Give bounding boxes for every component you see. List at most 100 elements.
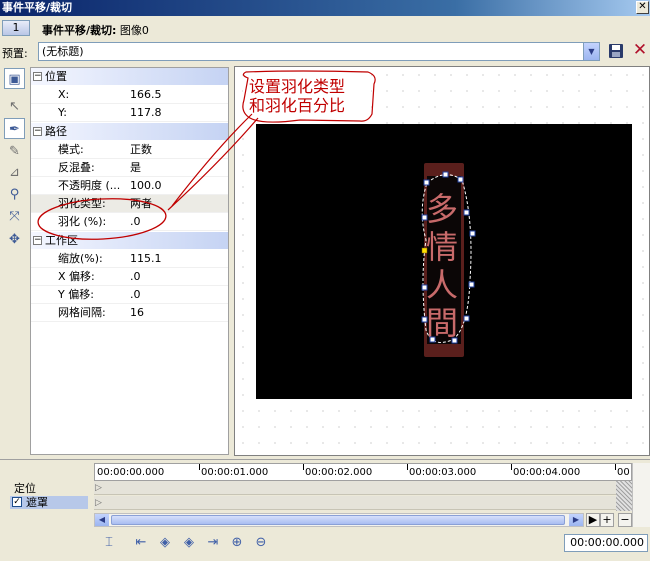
scroll-left-icon[interactable]: ◀	[95, 514, 109, 526]
scroll-end-icon[interactable]: ▶	[586, 513, 600, 527]
ruler-time: 00:00:01.000	[201, 467, 269, 478]
position-keyframe-lane[interactable]: ▷	[94, 481, 616, 495]
property-value[interactable]: 100.0	[130, 177, 162, 195]
timeline-vertical-scrollbar[interactable]	[616, 481, 632, 511]
annotation-callout: 设置羽化类型 和羽化百分比	[243, 73, 371, 121]
event-info-bar: 1 事件平移/裁切: 图像0	[0, 17, 650, 39]
timeline-ruler[interactable]: 00:00:00.000 00:00:01.000 00:00:02.000 0…	[94, 463, 632, 481]
collapse-icon[interactable]: −	[33, 236, 42, 245]
track-mask-label[interactable]: ✓ 遮罩	[10, 496, 88, 509]
property-row-y-offset[interactable]: Y 偏移: .0	[31, 286, 228, 304]
split-tool-icon[interactable]: ⊿	[4, 162, 25, 183]
ruler-time: 00	[617, 467, 630, 478]
ruler-time: 00:00:00.000	[97, 467, 165, 478]
first-keyframe-icon[interactable]: ⇤	[132, 534, 150, 552]
timeline-right-scrollbar[interactable]	[632, 463, 650, 527]
property-label: Y:	[58, 106, 67, 119]
mask-keyframe-lane[interactable]: ▷	[94, 496, 616, 510]
next-keyframe-icon[interactable]: ◈	[180, 534, 198, 552]
mask-checkbox[interactable]: ✓	[12, 497, 22, 507]
property-row-zoom[interactable]: 缩放(%): 115.1	[31, 250, 228, 268]
property-row-mode[interactable]: 模式: 正数	[31, 141, 228, 159]
section-path[interactable]: − 路径	[31, 123, 228, 140]
delete-keyframe-icon[interactable]: ⊖	[252, 534, 270, 552]
property-grid: − 位置 X: 166.5 Y: 117.8 − 路径 模式: 正数 反混叠: …	[30, 67, 229, 455]
property-label: 羽化 (%):	[58, 215, 107, 228]
track-position-label[interactable]: 定位	[10, 482, 88, 495]
add-point-tool-icon[interactable]: ✎	[4, 141, 25, 162]
tool-palette: ▣ ↖ ✒ ✎ ⊿ ⚲ ⤧ ✥	[0, 66, 28, 456]
collapse-icon[interactable]: −	[33, 72, 42, 81]
track-number-button[interactable]: 1	[2, 20, 30, 36]
property-value[interactable]: 117.8	[130, 104, 162, 122]
property-value[interactable]: 两者	[130, 195, 152, 213]
chevron-down-icon[interactable]: ▼	[583, 43, 599, 60]
property-value[interactable]: 115.1	[130, 250, 162, 268]
property-value[interactable]: 16	[130, 304, 144, 322]
window-title-bar: 事件平移/裁切 ✕	[0, 0, 650, 16]
property-value[interactable]: 正数	[130, 141, 152, 159]
pen-tool-icon[interactable]: ✒	[4, 118, 25, 139]
save-preset-button[interactable]	[608, 43, 624, 59]
preset-value: (无标题)	[42, 45, 84, 58]
section-position[interactable]: − 位置	[31, 68, 228, 85]
property-label: 羽化类型:	[58, 197, 106, 210]
property-label: X:	[58, 88, 70, 101]
property-value[interactable]: 是	[130, 159, 141, 177]
sync-cursor-icon[interactable]: ⌶	[100, 534, 118, 552]
delete-preset-button[interactable]: ✕	[632, 41, 648, 59]
preset-label: 预置:	[2, 47, 28, 60]
preview-calligraphy: 多情人間	[425, 190, 458, 342]
current-time-display: 00:00:00.000	[564, 534, 648, 552]
property-row-feather-type[interactable]: 羽化类型: 两者	[31, 195, 228, 213]
callout-line-1: 设置羽化类型	[249, 77, 346, 96]
prev-keyframe-icon[interactable]: ◈	[156, 534, 174, 552]
ruler-time: 00:00:04.000	[513, 467, 581, 478]
zoom-tool-icon[interactable]: ⚲	[4, 184, 25, 205]
property-row-x-offset[interactable]: X 偏移: .0	[31, 268, 228, 286]
scale-tool-icon[interactable]: ⤧	[4, 206, 25, 227]
preset-dropdown[interactable]: (无标题) ▼	[38, 42, 600, 61]
window-title: 事件平移/裁切	[2, 1, 73, 14]
arrow-select-tool-icon[interactable]: ↖	[4, 96, 25, 117]
property-value[interactable]: .0	[130, 286, 141, 304]
keyframe-marker[interactable]: ▷	[95, 498, 102, 508]
section-position-title: 位置	[45, 70, 67, 83]
property-row-x[interactable]: X: 166.5	[31, 86, 228, 104]
zoom-out-icon[interactable]: −	[618, 513, 632, 527]
preset-bar: 预置: (无标题) ▼ ✕	[0, 39, 650, 65]
property-value[interactable]: .0	[130, 268, 141, 286]
scroll-right-icon[interactable]: ▶	[569, 514, 583, 526]
window-close-button[interactable]: ✕	[636, 1, 649, 14]
property-row-grid-spacing[interactable]: 网格间隔: 16	[31, 304, 228, 322]
property-label: 不透明度 (...	[58, 179, 121, 192]
last-keyframe-icon[interactable]: ⇥	[204, 534, 222, 552]
scroll-thumb[interactable]	[111, 515, 565, 525]
property-label: 缩放(%):	[58, 252, 103, 265]
event-title: 事件平移/裁切: 图像0	[42, 22, 149, 38]
property-row-y[interactable]: Y: 117.8	[31, 104, 228, 122]
property-row-antialias[interactable]: 反混叠: 是	[31, 159, 228, 177]
property-label: X 偏移:	[58, 270, 95, 283]
event-media-name: 图像0	[116, 24, 149, 37]
callout-line-2: 和羽化百分比	[249, 96, 346, 115]
zoom-in-icon[interactable]: +	[600, 513, 614, 527]
keyframe-marker[interactable]: ▷	[95, 483, 102, 493]
timeline-horizontal-scrollbar[interactable]: ◀ ▶	[94, 513, 584, 527]
normal-edit-tool-icon[interactable]: ▣	[4, 68, 25, 89]
event-title-label: 事件平移/裁切:	[42, 24, 117, 37]
property-row-opacity[interactable]: 不透明度 (... 100.0	[31, 177, 228, 195]
ruler-time: 00:00:02.000	[305, 467, 373, 478]
section-workspace[interactable]: − 工作区	[31, 232, 228, 249]
property-value[interactable]: .0	[130, 213, 141, 231]
collapse-icon[interactable]: −	[33, 127, 42, 136]
property-label: 反混叠:	[58, 161, 95, 174]
property-label: Y 偏移:	[58, 288, 94, 301]
property-value[interactable]: 166.5	[130, 86, 162, 104]
move-tool-icon[interactable]: ✥	[4, 229, 25, 250]
add-keyframe-icon[interactable]: ⊕	[228, 534, 246, 552]
property-row-feather-percent[interactable]: 羽化 (%): .0	[31, 213, 228, 231]
property-label: 模式:	[58, 143, 84, 156]
property-label: 网格间隔:	[58, 306, 106, 319]
ruler-time: 00:00:03.000	[409, 467, 477, 478]
